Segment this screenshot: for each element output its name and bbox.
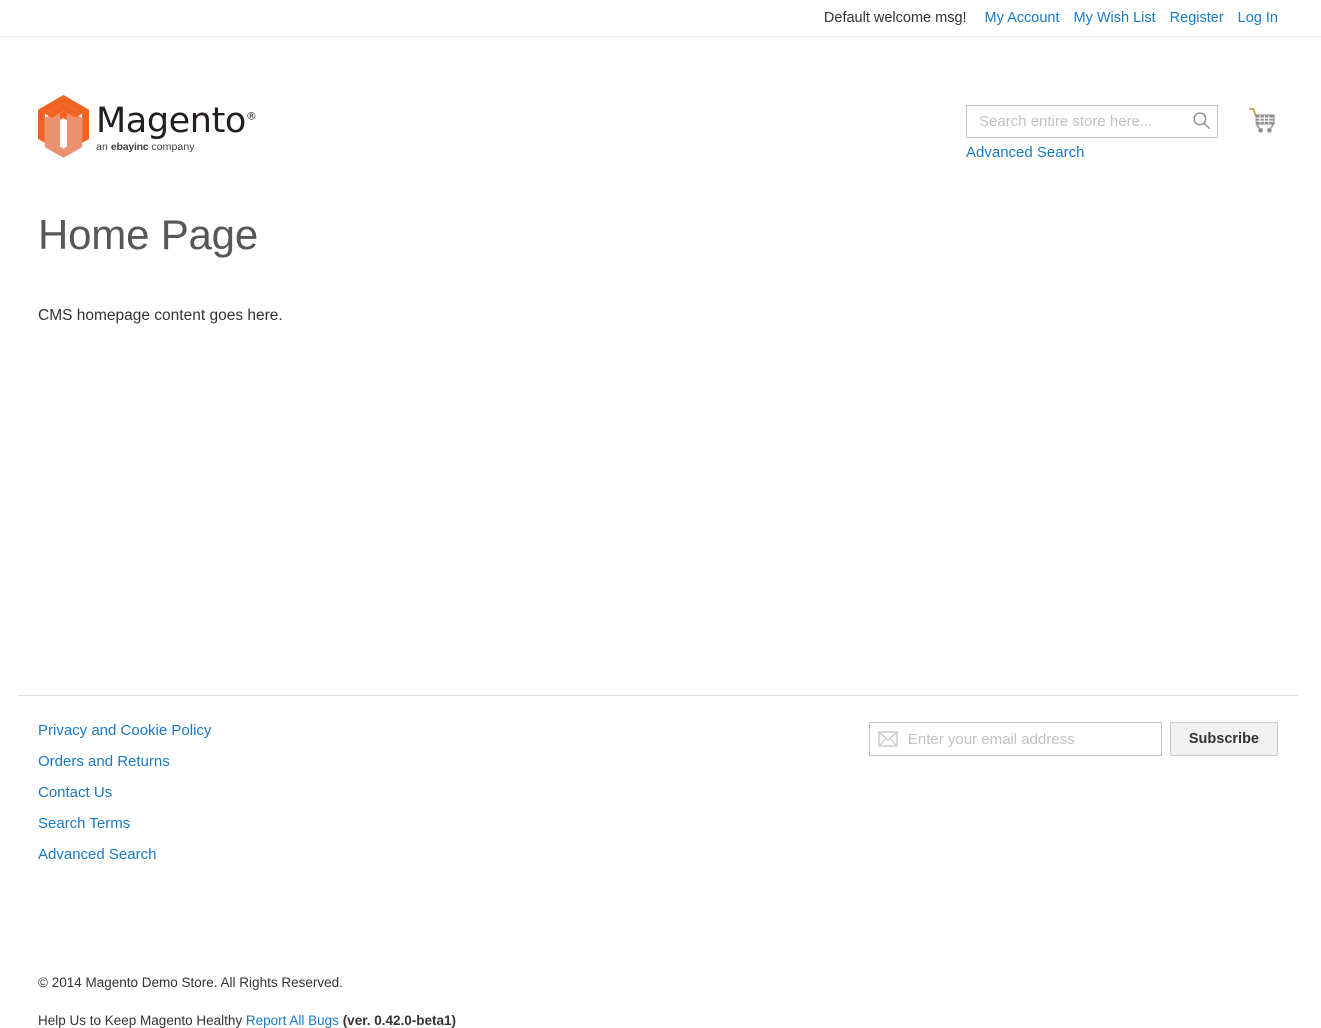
list-item: Search Terms	[38, 815, 211, 833]
list-item: Privacy and Cookie Policy	[38, 722, 211, 740]
search-form: Advanced Search	[966, 105, 1218, 161]
footer-links-list: Privacy and Cookie Policy Orders and Ret…	[38, 722, 211, 877]
version-label: (ver. 0.42.0-beta1)	[338, 1013, 457, 1028]
footer-link-advanced-search[interactable]: Advanced Search	[38, 846, 156, 863]
tagline-inc: inc	[134, 141, 149, 153]
copyright-text: © 2014 Magento Demo Store. All Rights Re…	[38, 975, 343, 990]
advanced-search-link[interactable]: Advanced Search	[966, 144, 1084, 161]
tagline-suffix: company	[148, 141, 195, 153]
top-link-my-account[interactable]: My Account	[985, 10, 1060, 26]
list-item: Orders and Returns	[38, 753, 211, 771]
top-link-register[interactable]: Register	[1170, 10, 1224, 26]
page-footer: Privacy and Cookie Policy Orders and Ret…	[0, 696, 1321, 1028]
list-item: Advanced Search	[38, 846, 211, 864]
logo-wordmark-text: Magento	[96, 101, 246, 141]
search-submit-button[interactable]	[1188, 109, 1214, 134]
report-all-bugs-link[interactable]: Report All Bugs	[246, 1013, 339, 1028]
welcome-message: Default welcome msg!	[823, 10, 967, 26]
page-header: Magento® an ebayinc company Advanced Sea…	[0, 37, 1321, 161]
tagline-brand: ebay	[110, 141, 135, 153]
newsletter-signup-form: Subscribe	[868, 722, 1278, 756]
footer-link-search-terms[interactable]: Search Terms	[38, 815, 130, 832]
report-bugs-line: Help Us to Keep Magento Healthy Report A…	[38, 1013, 1278, 1028]
top-panel: Default welcome msg! My Account My Wish …	[0, 0, 1321, 37]
subscribe-button[interactable]: Subscribe	[1169, 722, 1278, 756]
main-content: Home Page CMS homepage content goes here…	[0, 211, 1321, 702]
top-link-my-wish-list[interactable]: My Wish List	[1074, 10, 1156, 26]
registered-trademark-icon: ®	[245, 109, 257, 123]
magento-logo-icon	[38, 95, 89, 163]
footer-link-privacy-and-cookie-policy[interactable]: Privacy and Cookie Policy	[38, 722, 211, 739]
store-logo-link[interactable]: Magento® an ebayinc company	[38, 95, 257, 163]
footer-top-row: Privacy and Cookie Policy Orders and Ret…	[38, 696, 1278, 877]
cms-content-text: CMS homepage content goes here.	[38, 307, 283, 325]
search-icon	[1192, 111, 1211, 133]
report-bugs-prefix: Help Us to Keep Magento Healthy	[38, 1013, 246, 1028]
search-input[interactable]	[966, 105, 1218, 138]
minicart-link[interactable]	[1248, 107, 1278, 135]
footer-link-orders-and-returns[interactable]: Orders and Returns	[38, 753, 170, 770]
logo-text-group: Magento® an ebayinc company	[96, 95, 257, 153]
tagline-prefix: an	[96, 141, 111, 153]
header-search-zone: Advanced Search	[966, 105, 1278, 161]
page-title: Home Page	[38, 211, 258, 258]
newsletter-email-wrap	[868, 722, 1162, 756]
footer-link-contact-us[interactable]: Contact Us	[38, 784, 112, 801]
shopping-cart-icon	[1248, 108, 1278, 139]
top-link-log-in[interactable]: Log In	[1238, 10, 1278, 26]
logo-tagline: an ebayinc company	[96, 141, 257, 153]
newsletter-email-input[interactable]	[868, 722, 1162, 756]
logo-wordmark: Magento®	[96, 103, 257, 139]
top-links-nav: My Account My Wish List Register Log In	[985, 10, 1278, 26]
list-item: Contact Us	[38, 784, 211, 802]
